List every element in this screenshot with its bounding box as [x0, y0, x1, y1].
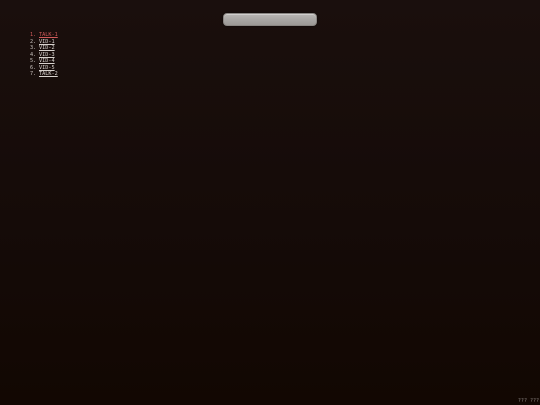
list-item-label[interactable]: TALK-2	[39, 71, 58, 77]
item-list: 1. TALK-1 2. VID-1 3. VID-2 4. VID-3 5. VID-4…	[30, 32, 58, 78]
list-item-label[interactable]: VID-5	[39, 65, 55, 71]
list-item[interactable]: 7. TALK-2	[30, 71, 58, 78]
corner-status-text: ??? ???	[517, 398, 539, 404]
top-bar[interactable]	[223, 13, 317, 26]
list-item-label[interactable]: TALK-1	[39, 32, 58, 38]
list-item-number: 7.	[30, 71, 37, 77]
list-item-label[interactable]: VID-2	[39, 45, 55, 51]
list-item-label[interactable]: VID-3	[39, 52, 55, 58]
list-item-label[interactable]: VID-1	[39, 39, 55, 45]
list-item-label[interactable]: VID-4	[39, 58, 55, 64]
